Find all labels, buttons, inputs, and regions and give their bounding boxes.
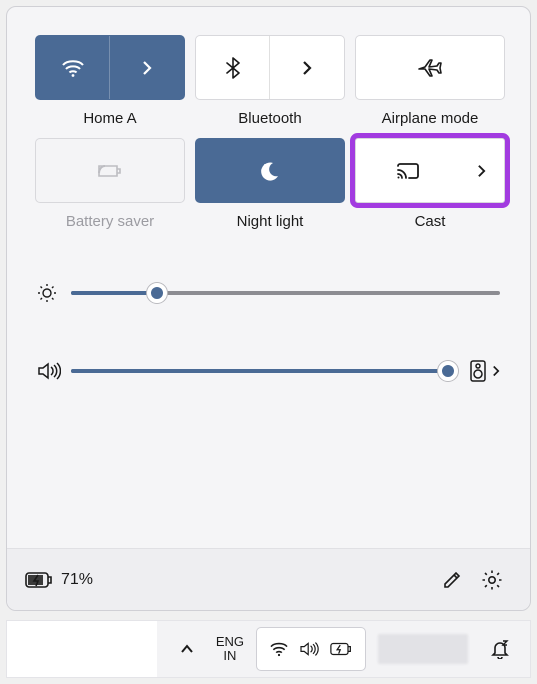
cast-toggle[interactable]	[356, 139, 460, 202]
cast-expand[interactable]	[460, 139, 504, 202]
lang-line1: ENG	[216, 635, 244, 649]
volume-slider[interactable]	[71, 361, 456, 381]
panel-footer: 71%	[7, 548, 530, 610]
airplane-mode-tile[interactable]	[355, 35, 505, 100]
quick-tiles-grid: Home A Bluetooth Airplane mode	[7, 7, 530, 237]
slider-fill	[71, 369, 448, 373]
chevron-right-icon	[142, 60, 152, 76]
bluetooth-label: Bluetooth	[195, 104, 345, 127]
bluetooth-icon	[226, 57, 240, 79]
chevron-right-icon	[492, 365, 500, 377]
gear-icon	[481, 569, 503, 591]
tray-blurred-area	[368, 627, 478, 671]
volume-icon	[299, 641, 319, 657]
night-light-label: Night light	[195, 207, 345, 230]
airplane-label: Airplane mode	[355, 104, 505, 127]
edit-button[interactable]	[432, 560, 472, 600]
night-light-icon	[259, 160, 281, 182]
chevron-right-icon	[302, 60, 312, 76]
cast-tile[interactable]	[355, 138, 505, 203]
wifi-expand[interactable]	[110, 36, 184, 99]
battery-saver-tile	[35, 138, 185, 203]
battery-status[interactable]: 71%	[25, 571, 93, 589]
brightness-slider[interactable]	[71, 283, 500, 303]
chevron-up-icon	[180, 644, 194, 654]
bell-snooze-icon	[490, 639, 510, 659]
battery-charging-icon	[25, 571, 53, 589]
language-indicator[interactable]: ENG IN	[206, 627, 254, 671]
cast-icon	[396, 162, 420, 180]
quick-settings-panel: Home A Bluetooth Airplane mode	[6, 6, 531, 611]
tray-overflow-button[interactable]	[170, 627, 204, 671]
battery-saver-icon	[95, 161, 125, 181]
volume-row	[37, 341, 500, 401]
pencil-icon	[442, 570, 462, 590]
notifications-button[interactable]	[480, 627, 520, 671]
wifi-tile[interactable]	[35, 35, 185, 100]
volume-icon	[37, 361, 61, 381]
settings-button[interactable]	[472, 560, 512, 600]
wifi-toggle[interactable]	[36, 36, 110, 99]
sliders-section	[7, 237, 530, 401]
battery-saver-label: Battery saver	[35, 207, 185, 230]
airplane-icon	[417, 57, 443, 79]
bluetooth-tile[interactable]	[195, 35, 345, 100]
slider-thumb[interactable]	[147, 283, 167, 303]
network-volume-tray[interactable]	[256, 627, 366, 671]
system-tray: ENG IN	[170, 627, 530, 671]
brightness-row	[37, 263, 500, 323]
slider-fill	[71, 291, 157, 295]
taskbar-left-block	[7, 621, 157, 677]
speaker-device-icon	[470, 360, 486, 382]
battery-icon	[329, 642, 353, 656]
lang-line2: IN	[223, 649, 236, 663]
chevron-right-icon	[477, 164, 486, 178]
wifi-icon	[269, 641, 289, 657]
audio-output-button[interactable]	[470, 360, 486, 382]
taskbar: ENG IN	[6, 620, 531, 678]
cast-label: Cast	[355, 207, 505, 230]
wifi-icon	[61, 58, 85, 78]
wifi-label: Home A	[35, 104, 185, 127]
bluetooth-expand[interactable]	[270, 36, 344, 99]
bluetooth-toggle[interactable]	[196, 36, 270, 99]
night-light-tile[interactable]	[195, 138, 345, 203]
audio-expand[interactable]	[492, 365, 500, 377]
brightness-icon	[37, 283, 57, 303]
battery-percent-text: 71%	[61, 571, 93, 589]
slider-thumb[interactable]	[438, 361, 458, 381]
